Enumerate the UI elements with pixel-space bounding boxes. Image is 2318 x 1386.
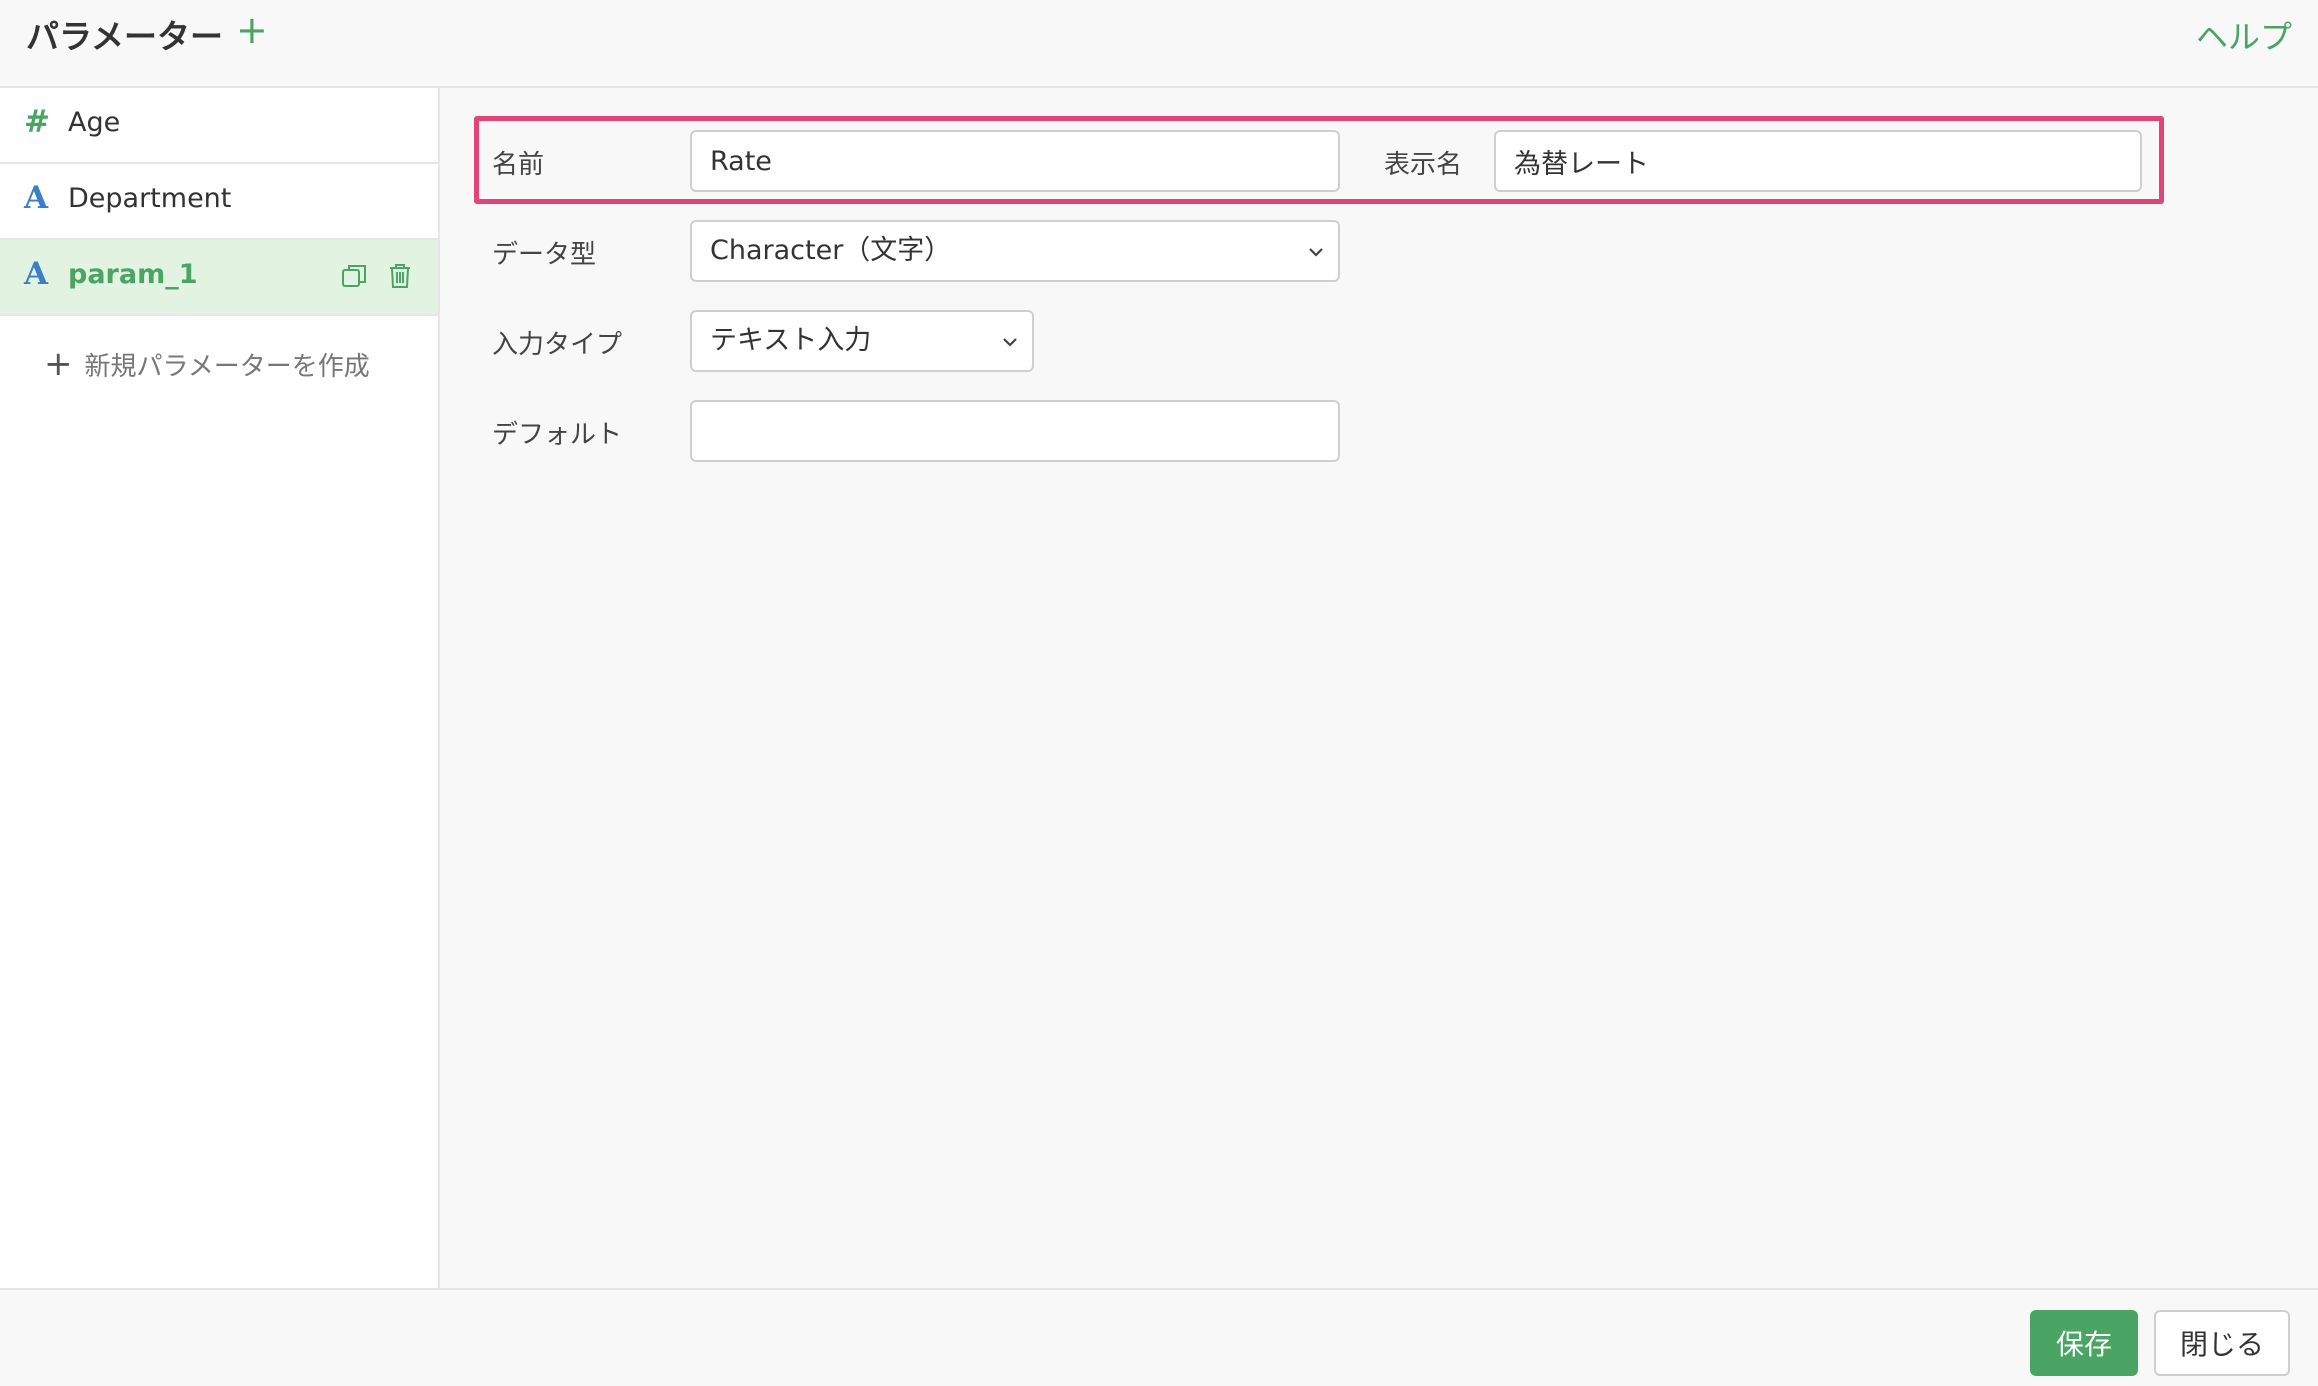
name-label: 名前 (492, 150, 545, 180)
data-type-value: Character（文字） (710, 235, 952, 266)
default-label: デフォルト (492, 420, 623, 450)
parameter-form: 名前 表示名 データ型 Character（文字） 入力タイプ テキスト入力 デ… (440, 88, 2318, 1288)
sidebar-item-param-1[interactable]: A param_1 (0, 240, 438, 316)
sidebar-item-age[interactable]: # Age (0, 88, 438, 164)
new-parameter-label: 新規パラメーターを作成 (84, 351, 370, 382)
display-name-label: 表示名 (1384, 150, 1463, 180)
page-title: パラメーター (26, 17, 224, 56)
close-button[interactable]: 閉じる (2154, 1310, 2290, 1376)
data-type-select[interactable]: Character（文字） (690, 220, 1340, 282)
header: パラメーター + ヘルプ (0, 0, 2318, 88)
help-link[interactable]: ヘルプ (2196, 12, 2292, 58)
chevron-down-icon (1003, 338, 1017, 347)
sidebar-item-department[interactable]: A Department (0, 164, 438, 240)
sidebar-item-label: param_1 (68, 259, 198, 290)
default-input[interactable] (690, 400, 1340, 462)
input-type-value: テキスト入力 (710, 325, 872, 356)
add-parameter-icon[interactable]: + (236, 8, 268, 52)
data-type-label: データ型 (492, 240, 597, 270)
plus-icon: + (44, 344, 73, 384)
number-type-icon: # (24, 104, 50, 140)
save-button[interactable]: 保存 (2030, 1310, 2138, 1376)
footer: 保存 閉じる (0, 1288, 2318, 1386)
character-type-icon: A (24, 180, 49, 216)
trash-icon[interactable] (386, 262, 414, 290)
chevron-down-icon (1309, 248, 1323, 257)
sidebar-item-label: Age (68, 107, 121, 138)
parameter-sidebar: # Age A Department A param_1 + 新規パラメーターを… (0, 88, 440, 1288)
new-parameter-button[interactable]: + 新規パラメーターを作成 (44, 344, 370, 384)
name-input[interactable] (690, 130, 1340, 192)
display-name-input[interactable] (1494, 130, 2142, 192)
duplicate-icon[interactable] (340, 262, 368, 290)
input-type-label: 入力タイプ (492, 330, 623, 360)
sidebar-item-label: Department (68, 183, 232, 214)
character-type-icon: A (24, 256, 49, 292)
input-type-select[interactable]: テキスト入力 (690, 310, 1034, 372)
